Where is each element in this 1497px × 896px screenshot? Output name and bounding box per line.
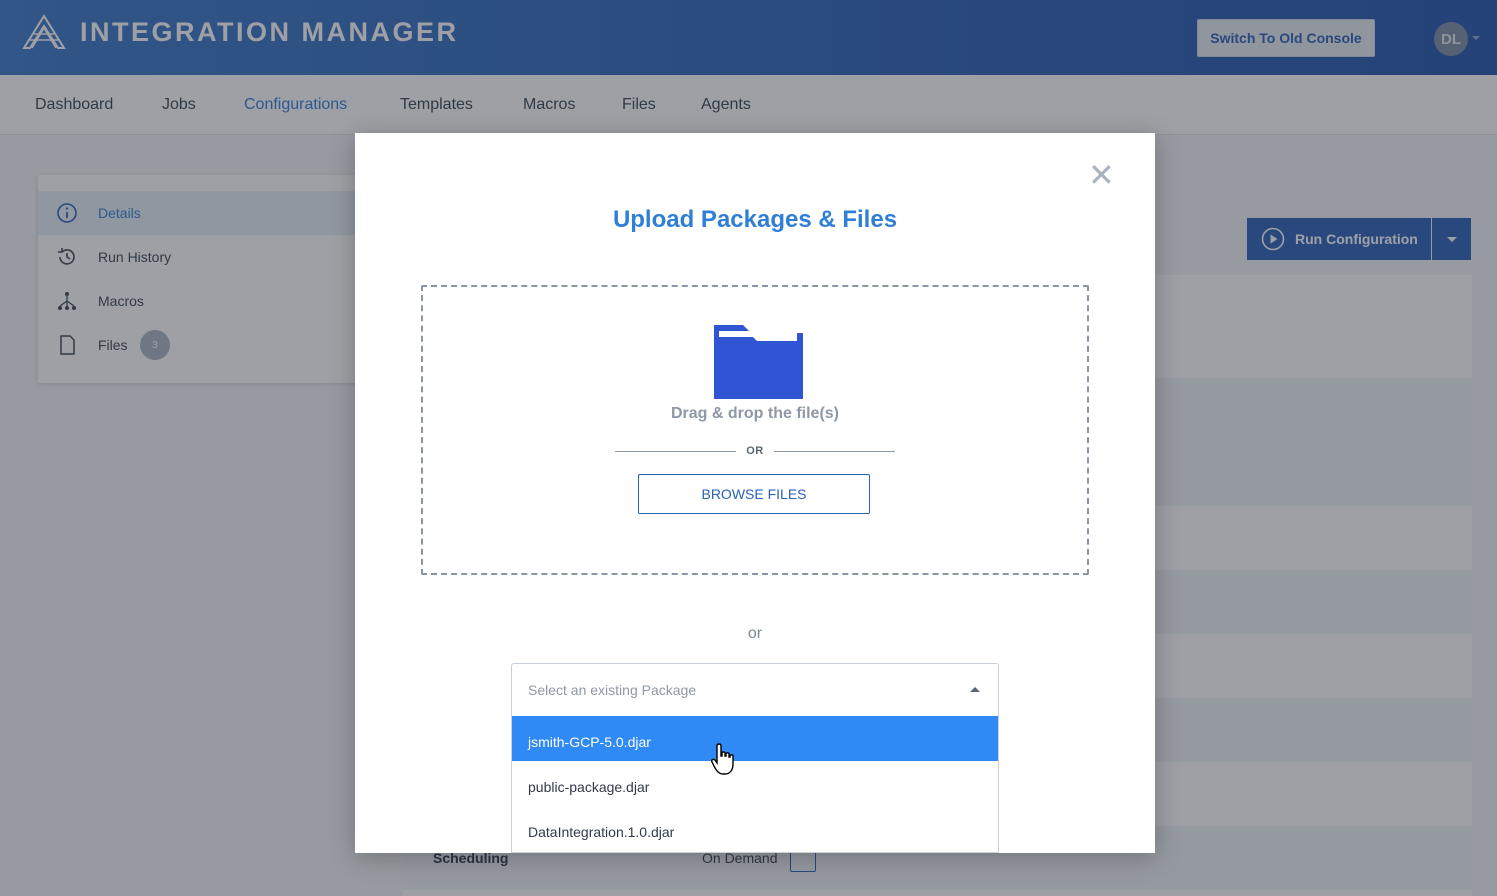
drag-drop-text: Drag & drop the file(s) [670, 405, 839, 422]
browse-files-button[interactable]: BROWSE FILES [638, 474, 870, 514]
close-icon[interactable]: ✕ [1088, 159, 1115, 191]
package-dropdown-menu: jsmith-GCP-5.0.djar public-package.djar … [511, 716, 999, 853]
package-select-placeholder: Select an existing Package [528, 682, 697, 698]
hand-cursor-icon [711, 743, 734, 775]
upload-modal: ✕ Upload Packages & Files Drag & drop th… [355, 133, 1155, 853]
package-option[interactable]: DataIntegration.1.0.djar [512, 806, 998, 851]
or-separator-lower: or [747, 625, 763, 642]
folder-icon [714, 325, 803, 399]
file-dropzone[interactable]: Drag & drop the file(s) OR BROWSE FILES [421, 285, 1089, 575]
package-option[interactable]: public-package.djar [512, 761, 998, 806]
chevron-up-icon[interactable] [970, 687, 980, 692]
package-select[interactable]: Select an existing Package [511, 663, 999, 717]
or-separator: OR [746, 445, 764, 457]
modal-title: Upload Packages & Files [612, 206, 898, 233]
package-option[interactable]: jsmith-GCP-5.0.djar [512, 716, 998, 761]
